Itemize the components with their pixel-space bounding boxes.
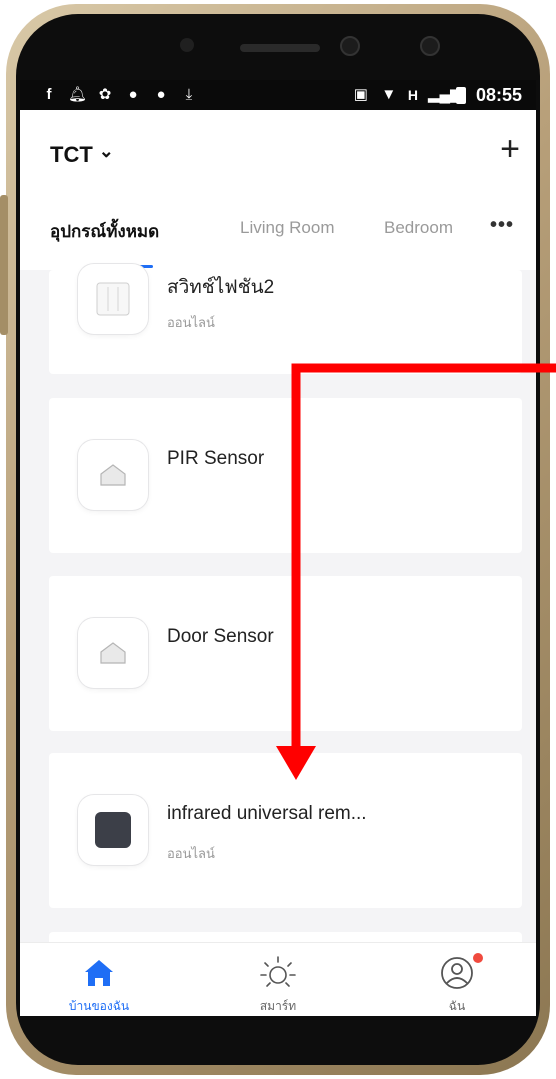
notification-dot — [473, 953, 483, 963]
bell-icon: 🔔︎ — [68, 86, 88, 103]
device-status: ออนไลน์ — [167, 315, 215, 330]
nav-me-label: ฉัน — [448, 999, 466, 1013]
line-icon: ● — [156, 86, 166, 103]
app-header: TCT ⌄ + อุปกรณ์ทั้งหมด Living Room Bedro… — [20, 110, 536, 270]
tab-living-room[interactable]: Living Room — [240, 218, 335, 238]
phone-side-button — [0, 195, 8, 335]
home-icon — [85, 960, 113, 986]
device-status: ออนไลน์ — [167, 846, 215, 861]
more-tabs-button[interactable]: ••• — [490, 214, 514, 237]
device-name: infrared universal rem... — [167, 803, 367, 824]
device-card-switch[interactable]: สวิทช์ไฟชัน2 ออนไลน์ — [49, 264, 522, 374]
ir-remote-icon — [78, 795, 148, 865]
front-sensor — [180, 38, 194, 52]
tab-bedroom[interactable]: Bedroom — [384, 218, 453, 238]
download-icon: ⤓ — [185, 86, 193, 103]
device-card-ir-remote[interactable]: infrared universal rem... ออนไลน์ — [49, 753, 522, 908]
nav-smart-label: สมาร์ท — [259, 999, 297, 1013]
chevron-down-icon: ⌄ — [98, 140, 114, 161]
tab-all-devices[interactable]: อุปกรณ์ทั้งหมด — [50, 218, 159, 245]
sensor-icon — [78, 440, 148, 510]
light-switch-icon — [78, 264, 148, 334]
home-selector[interactable]: TCT ⌄ — [50, 140, 114, 168]
signal-icon: ▂▄▆ — [427, 86, 462, 103]
front-camera — [340, 36, 360, 56]
wifi-icon: ▼ — [381, 86, 397, 103]
room-tabs: อุปกรณ์ทั้งหมด Living Room Bedroom ••• — [20, 214, 536, 250]
device-card-door-sensor[interactable]: Door Sensor — [49, 576, 522, 731]
cast-icon: ▣ — [353, 86, 368, 103]
device-name: Door Sensor — [167, 626, 274, 647]
battery-icon — [455, 86, 466, 104]
add-device-button[interactable]: + — [500, 132, 520, 166]
home-name: TCT — [50, 142, 93, 167]
status-bar: f 🔔︎ ✿ ● ● ⤓ ▣ ▼ H ▂▄▆ 08:55 — [20, 80, 536, 110]
nav-me[interactable]: ฉัน — [397, 943, 517, 1016]
app-screen: f 🔔︎ ✿ ● ● ⤓ ▣ ▼ H ▂▄▆ 08:55 TCT ⌄ + อุป… — [20, 80, 536, 1016]
line-icon: ● — [128, 86, 138, 103]
network-type: H — [407, 87, 418, 103]
facebook-icon: f — [46, 86, 52, 103]
bottom-nav: บ้านของฉัน สมาร์ท ฉัน — [20, 942, 536, 1016]
nav-home[interactable]: บ้านของฉัน — [39, 943, 159, 1016]
device-name: PIR Sensor — [167, 448, 265, 469]
front-camera-secondary — [420, 36, 440, 56]
clock: 08:55 — [475, 84, 522, 105]
aperture-icon: ✿ — [98, 86, 112, 103]
nav-smart[interactable]: สมาร์ท — [218, 943, 338, 1016]
nav-home-label: บ้านของฉัน — [68, 999, 130, 1013]
sensor-icon — [78, 618, 148, 688]
device-name: สวิทช์ไฟชัน2 — [167, 277, 275, 298]
earpiece — [240, 44, 320, 52]
user-icon — [441, 957, 473, 989]
device-card-pir-sensor[interactable]: PIR Sensor — [49, 398, 522, 553]
sun-icon — [260, 956, 296, 987]
